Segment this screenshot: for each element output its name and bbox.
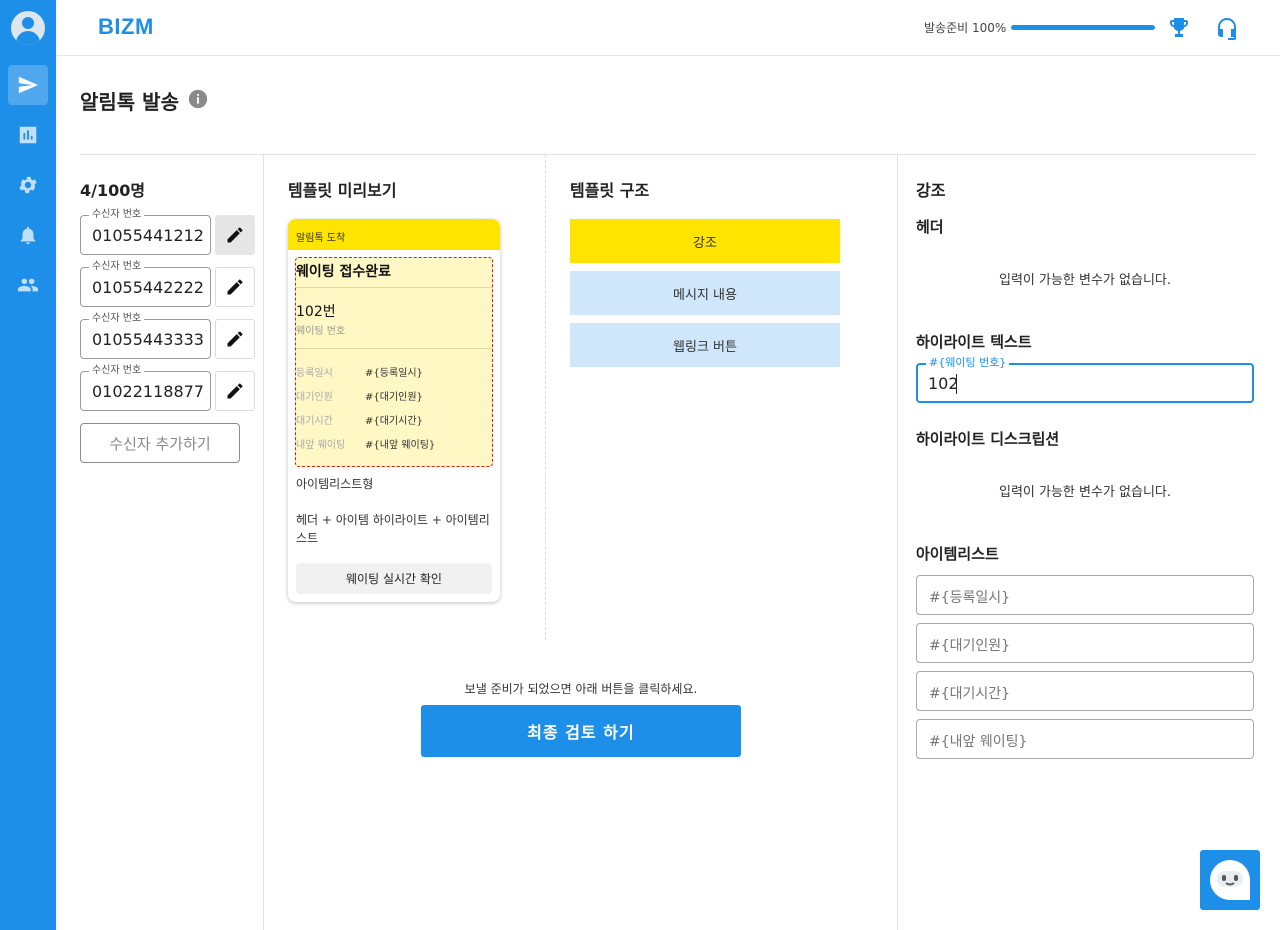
text-caret <box>956 374 957 394</box>
header-label: 헤더 <box>916 218 944 236</box>
pencil-icon <box>227 331 243 347</box>
edit-recipient-button[interactable] <box>215 319 255 359</box>
structure-title: 템플릿 구조 <box>570 181 650 200</box>
divider <box>296 287 492 288</box>
logo[interactable]: BIZM <box>98 14 154 40</box>
chatbot-icon <box>1210 860 1250 900</box>
structure-block-message[interactable]: 메시지 내용 <box>570 271 840 315</box>
item-row: 등록일시 #{등록일시} <box>296 364 492 380</box>
edit-recipient-button[interactable] <box>215 371 255 411</box>
chat-widget-button[interactable] <box>1200 850 1260 910</box>
weblink-button[interactable]: 웨이팅 실시간 확인 <box>296 563 492 594</box>
item-value: #{대기시간} <box>365 416 423 427</box>
chart-icon <box>19 126 37 144</box>
highlight-number: 102번 <box>296 304 336 320</box>
template-type: 아이템리스트형 <box>296 477 374 491</box>
template-structure-text: 헤더 + 아이템 하이라이트 + 아이템리스트 <box>296 513 490 545</box>
recipient-field-label: 수신자 번호 <box>89 260 145 274</box>
recipient-field[interactable]: 수신자 번호 01055441212 <box>80 208 211 255</box>
gear-icon <box>19 176 37 194</box>
item-value: #{내앞 웨이팅} <box>365 440 436 451</box>
final-review-button[interactable]: 최종 검토 하기 <box>421 705 741 757</box>
page-title: 알림톡 발송 <box>80 90 179 114</box>
recipient-field-value: 01055441212 <box>92 226 204 245</box>
item-row: 대기시간 #{대기시간} <box>296 412 492 428</box>
side-nav <box>0 0 56 930</box>
send-icon <box>18 76 39 94</box>
item-row: 내앞 웨이팅 #{내앞 웨이팅} <box>296 436 492 452</box>
ready-message: 보낼 준비가 되었으면 아래 버튼을 클릭하세요. <box>464 682 698 696</box>
item-key: 등록일시 <box>296 368 333 379</box>
item-key: 내앞 웨이팅 <box>296 440 346 451</box>
avatar-head <box>22 17 34 29</box>
nav-stats[interactable] <box>8 115 48 155</box>
item-value: #{등록일시} <box>365 368 423 379</box>
nav-users[interactable] <box>8 265 48 305</box>
header-empty-message: 입력이 가능한 변수가 없습니다. <box>998 273 1171 288</box>
item-key: 대기인원 <box>296 392 333 403</box>
nav-send[interactable] <box>8 65 48 105</box>
highlight-description-label: 하이라이트 디스크립션 <box>916 430 1060 448</box>
highlight-text-label: 하이라이트 텍스트 <box>916 333 1032 351</box>
top-header: BIZM 발송준비 100% <box>56 0 1280 56</box>
card-header: 알림톡 도착 <box>288 219 500 250</box>
highlight-description: 웨이팅 번호 <box>296 326 346 337</box>
recipient-field-label: 수신자 번호 <box>89 312 145 326</box>
support-button[interactable] <box>1215 16 1239 40</box>
highlight-description-empty: 입력이 가능한 변수가 없습니다. <box>998 485 1171 500</box>
headset-icon <box>1218 18 1236 40</box>
nav-notifications[interactable] <box>8 215 48 255</box>
pencil-icon <box>227 227 243 243</box>
edit-recipient-button[interactable] <box>215 267 255 307</box>
item-value: #{대기인원} <box>365 392 423 403</box>
itemlist-input[interactable]: #{대기시간} <box>916 671 1254 711</box>
column-divider <box>545 155 546 640</box>
recipient-field-value: 01022118877 <box>92 382 204 401</box>
itemlist-input[interactable]: #{등록일시} <box>916 575 1254 615</box>
recipient-field-value: 01055442222 <box>92 278 204 297</box>
recipient-field[interactable]: 수신자 번호 01022118877 <box>80 364 211 411</box>
structure-block-weblink[interactable]: 웹링크 버튼 <box>570 323 840 367</box>
pencil-icon <box>227 383 243 399</box>
title-divider <box>80 154 1256 155</box>
itemlist-input[interactable]: #{내앞 웨이팅} <box>916 719 1254 759</box>
bell-icon <box>20 226 36 245</box>
emphasis-title: 강조 <box>916 181 946 200</box>
recipient-field[interactable]: 수신자 번호 01055442222 <box>80 260 211 307</box>
column-divider <box>263 155 264 930</box>
itemlist-input[interactable]: #{대기인원} <box>916 623 1254 663</box>
ready-progress-fill <box>1011 25 1155 30</box>
highlight-box: 웨이팅 접수완료 102번 웨이팅 번호 등록일시 #{등록일시} 대기인원 #… <box>295 257 493 467</box>
preview-title: 템플릿 미리보기 <box>288 181 397 200</box>
recipient-field[interactable]: 수신자 번호 01055443333 <box>80 312 211 359</box>
ready-progress-bar <box>1011 25 1155 30</box>
structure-block-emphasis[interactable]: 강조 <box>570 219 840 263</box>
add-recipient-button[interactable]: 수신자 추가하기 <box>80 423 240 463</box>
column-divider <box>897 155 898 930</box>
recipient-field-label: 수신자 번호 <box>89 364 145 378</box>
trophy-button[interactable] <box>1167 16 1191 40</box>
item-row: 대기인원 #{대기인원} <box>296 388 492 404</box>
recipient-field-value: 01055443333 <box>92 330 204 349</box>
highlight-input-value: 102 <box>928 374 959 393</box>
ready-status-label: 발송준비 100% <box>924 21 1007 35</box>
template-preview-card: 알림톡 도착 웨이팅 접수완료 102번 웨이팅 번호 등록일시 #{등록일시}… <box>288 219 500 602</box>
recipient-count: 4/100명 <box>80 181 146 200</box>
highlight-input-label: #{웨이팅 번호} <box>926 356 1010 370</box>
trophy-icon <box>1170 18 1188 37</box>
edit-recipient-button[interactable] <box>215 215 255 255</box>
pencil-icon <box>227 279 243 295</box>
highlight-text-input[interactable]: #{웨이팅 번호} 102 <box>916 356 1254 403</box>
avatar[interactable] <box>11 11 45 45</box>
nav-settings[interactable] <box>8 165 48 205</box>
people-icon <box>17 278 39 292</box>
info-icon[interactable] <box>187 88 209 110</box>
itemlist-label: 아이템리스트 <box>916 545 999 563</box>
avatar-body <box>16 31 40 45</box>
recipient-field-label: 수신자 번호 <box>89 208 145 222</box>
divider <box>296 348 492 349</box>
item-key: 대기시간 <box>296 416 333 427</box>
highlight-title: 웨이팅 접수완료 <box>296 264 392 280</box>
